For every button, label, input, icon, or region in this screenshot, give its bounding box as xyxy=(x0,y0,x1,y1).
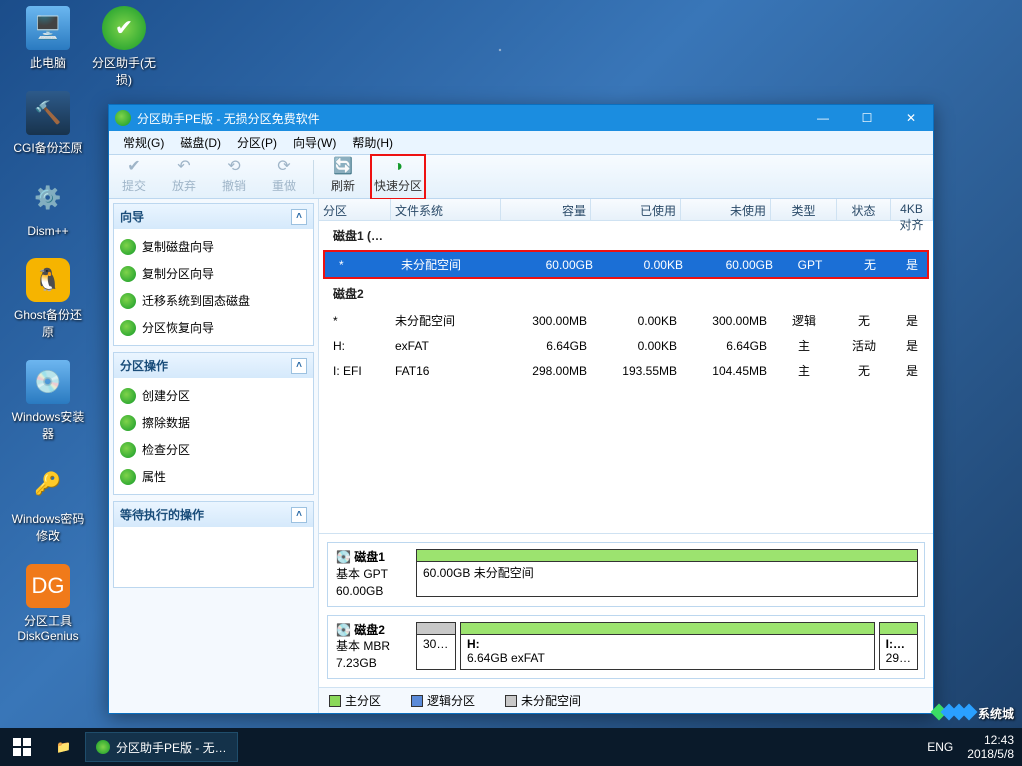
desktop-icons-col2: ✔分区助手(无损) xyxy=(86,6,162,108)
disk-icon: 💽 xyxy=(336,623,351,637)
toolbar: ✔提交 ↶放弃 ⟲撤销 ⟳重做 🔄刷新 ◑快速分区 xyxy=(109,155,933,199)
app-icon xyxy=(115,110,131,126)
chevron-up-icon[interactable]: ˄ xyxy=(291,209,307,225)
op-properties[interactable]: 属性 xyxy=(116,463,311,490)
taskbar-explorer[interactable]: 📁 xyxy=(46,732,81,762)
wizard-migrate-ssd[interactable]: 迁移系统到固态磁盘 xyxy=(116,287,311,314)
wizard-icon xyxy=(120,239,136,255)
wizard-copy-partition[interactable]: 复制分区向导 xyxy=(116,260,311,287)
quick-partition-highlight: ◑快速分区 xyxy=(370,154,426,200)
taskbar-app[interactable]: 分区助手PE版 - 无… xyxy=(85,732,238,762)
disk1-selected-highlight: * 未分配空间 60.00GB 0.00KB 60.00GB GPT 无 是 xyxy=(323,250,929,279)
desktop-icon-winpass[interactable]: 🔑Windows密码修改 xyxy=(10,462,86,544)
wizard-icon xyxy=(120,266,136,282)
minimize-button[interactable]: — xyxy=(801,105,845,131)
toolbar-refresh[interactable]: 🔄刷新 xyxy=(318,157,368,197)
disk2-header[interactable]: 磁盘2 xyxy=(319,279,933,308)
table-row[interactable]: * 未分配空间 60.00GB 0.00KB 60.00GB GPT 无 是 xyxy=(325,252,927,277)
tray-clock[interactable]: 12:432018/5/8 xyxy=(967,733,1014,762)
op-icon xyxy=(120,469,136,485)
desktop-icon-cgi[interactable]: 🔨CGI备份还原 xyxy=(10,91,86,156)
taskbar: 📁 分区助手PE版 - 无… ENG 12:432018/5/8 xyxy=(0,728,1022,766)
desktop-icon-partassist[interactable]: ✔分区助手(无损) xyxy=(86,6,162,88)
app-icon xyxy=(96,740,110,754)
desktop-icon-diskgenius[interactable]: DG分区工具DiskGenius xyxy=(10,564,86,643)
desktop-icons: 🖥️此电脑 🔨CGI备份还原 ⚙️Dism++ 🐧Ghost备份还原 💿Wind… xyxy=(10,6,86,663)
menu-help[interactable]: 帮助(H) xyxy=(346,132,399,153)
close-button[interactable]: ✕ xyxy=(889,105,933,131)
wizard-icon xyxy=(120,293,136,309)
desktop-icon-wininstall[interactable]: 💿Windows安装器 xyxy=(10,360,86,442)
partition-list: 分区 文件系统 容量 已使用 未使用 类型 状态 4KB对齐 磁盘1 (… * … xyxy=(319,199,933,713)
menu-partition[interactable]: 分区(P) xyxy=(231,132,283,153)
menu-wizard[interactable]: 向导(W) xyxy=(287,132,342,153)
partition-bar[interactable]: I:…29… xyxy=(879,622,918,670)
desktop-icon-thispc[interactable]: 🖥️此电脑 xyxy=(10,6,86,71)
titlebar[interactable]: 分区助手PE版 - 无损分区免费软件 — ☐ ✕ xyxy=(109,105,933,131)
panel-pending-header[interactable]: 等待执行的操作˄ xyxy=(114,502,313,527)
legend: 主分区 逻辑分区 未分配空间 xyxy=(319,687,933,713)
panel-ops-header[interactable]: 分区操作˄ xyxy=(114,353,313,378)
desktop-icon-dism[interactable]: ⚙️Dism++ xyxy=(10,176,86,238)
panel-wizard-header[interactable]: 向导˄ xyxy=(114,204,313,229)
toolbar-undo[interactable]: ⟲撤销 xyxy=(209,157,259,197)
op-icon xyxy=(120,442,136,458)
toolbar-commit[interactable]: ✔提交 xyxy=(109,157,159,197)
partition-bar[interactable]: 30… xyxy=(416,622,456,670)
disk1-viz[interactable]: 💽 磁盘1基本 GPT60.00GB 60.00GB 未分配空间 xyxy=(327,542,925,606)
table-row[interactable]: H:exFAT6.64GB0.00KB6.64GB主活动是 xyxy=(319,333,933,358)
table-header: 分区 文件系统 容量 已使用 未使用 类型 状态 4KB对齐 xyxy=(319,199,933,221)
watermark: 系统城 xyxy=(934,705,1014,722)
wizard-icon xyxy=(120,320,136,336)
op-create-partition[interactable]: 创建分区 xyxy=(116,382,311,409)
chevron-up-icon[interactable]: ˄ xyxy=(291,507,307,523)
wizard-copy-disk[interactable]: 复制磁盘向导 xyxy=(116,233,311,260)
window-title: 分区助手PE版 - 无损分区免费软件 xyxy=(137,110,320,127)
left-sidebar: 向导˄ 复制磁盘向导 复制分区向导 迁移系统到固态磁盘 分区恢复向导 分区操作˄… xyxy=(109,199,319,713)
menu-general[interactable]: 常规(G) xyxy=(117,132,170,153)
op-check-partition[interactable]: 检查分区 xyxy=(116,436,311,463)
maximize-button[interactable]: ☐ xyxy=(845,105,889,131)
menubar: 常规(G) 磁盘(D) 分区(P) 向导(W) 帮助(H) xyxy=(109,131,933,155)
disk2-viz[interactable]: 💽 磁盘2基本 MBR7.23GB 30… H:6.64GB exFAT I:…… xyxy=(327,615,925,679)
toolbar-quick-partition[interactable]: ◑快速分区 xyxy=(373,157,423,197)
start-button[interactable] xyxy=(0,728,44,766)
partition-bar[interactable]: 60.00GB 未分配空间 xyxy=(416,549,918,597)
disk-visualization: 💽 磁盘1基本 GPT60.00GB 60.00GB 未分配空间 💽 磁盘2基本… xyxy=(319,533,933,713)
table-row[interactable]: I: EFIFAT16298.00MB193.55MB104.45MB主无是 xyxy=(319,358,933,383)
menu-disk[interactable]: 磁盘(D) xyxy=(174,132,227,153)
partition-bar[interactable]: H:6.64GB exFAT xyxy=(460,622,875,670)
desktop-icon-ghost[interactable]: 🐧Ghost备份还原 xyxy=(10,258,86,340)
table-row[interactable]: *未分配空间300.00MB0.00KB300.00MB逻辑无是 xyxy=(319,308,933,333)
tray-lang[interactable]: ENG xyxy=(927,740,953,754)
toolbar-redo[interactable]: ⟳重做 xyxy=(259,157,309,197)
wizard-recover-partition[interactable]: 分区恢复向导 xyxy=(116,314,311,341)
op-wipe-data[interactable]: 擦除数据 xyxy=(116,409,311,436)
disk1-header[interactable]: 磁盘1 (… xyxy=(319,221,933,250)
op-icon xyxy=(120,388,136,404)
app-window: 分区助手PE版 - 无损分区免费软件 — ☐ ✕ 常规(G) 磁盘(D) 分区(… xyxy=(108,104,934,714)
chevron-up-icon[interactable]: ˄ xyxy=(291,358,307,374)
disk-icon: 💽 xyxy=(336,550,351,564)
op-icon xyxy=(120,415,136,431)
toolbar-discard[interactable]: ↶放弃 xyxy=(159,157,209,197)
